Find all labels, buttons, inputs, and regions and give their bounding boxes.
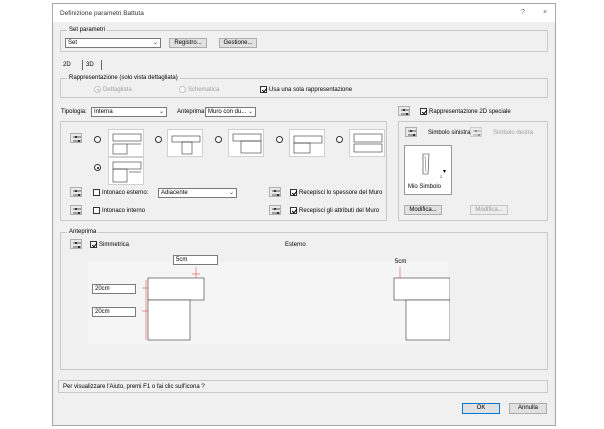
- dim-20cm-value-1: 20cm: [95, 286, 110, 292]
- intonaco-esterno-checkbox[interactable]: [93, 189, 100, 196]
- caret-down-icon[interactable]: ▾: [443, 168, 446, 175]
- schematica-label: Schematica: [188, 87, 220, 93]
- wall-type-radio-4[interactable]: [276, 136, 283, 143]
- annulla-button[interactable]: Annulla: [509, 403, 547, 414]
- tipologia-value: Interna: [94, 109, 113, 115]
- usa-una-checkbox[interactable]: [260, 86, 267, 93]
- recepisci-attributi-label: Recepisci gli attributi del Muro: [299, 208, 380, 214]
- tipologia-select[interactable]: Interna ⌄: [91, 107, 167, 117]
- status-text: Per visualizzare l'Aiuto, premi F1 o fai…: [63, 384, 205, 390]
- radio-dettagliata[interactable]: [94, 86, 101, 93]
- settings-sliders-icon[interactable]: [70, 187, 82, 197]
- anteprima-value: Muro con du...: [208, 109, 247, 115]
- settings-sliders-icon[interactable]: [470, 127, 482, 137]
- modifica-button-right[interactable]: Modifica...: [470, 205, 508, 215]
- settings-sliders-icon[interactable]: [70, 205, 82, 215]
- tab-2d[interactable]: 2D: [63, 61, 71, 69]
- chevron-down-icon: ⌄: [152, 40, 158, 46]
- settings-sliders-icon[interactable]: [269, 187, 281, 197]
- settings-sliders-icon[interactable]: [70, 239, 82, 249]
- dim-20cm-field-1[interactable]: 20cm: [92, 284, 136, 294]
- tipologia-label: Tipologia:: [61, 109, 87, 115]
- title-bar: Definizione parametri Battuta ? ×: [53, 4, 555, 22]
- gestione-button[interactable]: Gestione...: [219, 38, 257, 48]
- wall-type-image-4[interactable]: [289, 129, 325, 157]
- dim-5cm-left-field[interactable]: 5cm: [173, 255, 218, 265]
- wall-type-radio-6[interactable]: [94, 164, 101, 171]
- chevron-down-icon: ⌄: [228, 190, 234, 196]
- mio-simbolo-label: Mio Simbolo: [408, 184, 442, 190]
- wall-type-radio-2[interactable]: [155, 136, 162, 143]
- ok-button[interactable]: OK: [462, 403, 500, 414]
- help-button[interactable]: ?: [517, 8, 529, 18]
- wall-type-image-1[interactable]: [108, 129, 144, 157]
- dim-20cm-field-2[interactable]: 20cm: [92, 307, 136, 317]
- wall-type-radio-1[interactable]: [94, 136, 101, 143]
- settings-sliders-icon[interactable]: [269, 205, 281, 215]
- modifica-button-left[interactable]: Modifica...: [404, 205, 442, 215]
- rappresentazione-label: Rappresentazione (solo vista dettagliata…: [67, 74, 180, 82]
- simbolo-destra-label: Simbolo destra: [493, 130, 534, 136]
- anteprima-select-label: Anteprima:: [177, 109, 207, 115]
- intonaco-esterno-value: Adiacente: [161, 190, 188, 196]
- intonaco-interno-label: Intonaco interno: [102, 208, 146, 214]
- simbolo-sinistra-label: Simbolo sinistra: [428, 130, 471, 136]
- recepisci-spessore-label: Recepisci lo spessore del Muro: [299, 190, 383, 196]
- anteprima-group-label: Anteprima: [67, 228, 99, 236]
- registro-button[interactable]: Registro...: [169, 38, 207, 48]
- tab-separator: [101, 60, 102, 70]
- anteprima-select[interactable]: Muro con du... ⌄: [205, 107, 256, 117]
- dim-5cm-left-value: 5cm: [176, 257, 188, 263]
- radio-schematica[interactable]: [179, 86, 186, 93]
- chevron-down-icon: ⌄: [158, 109, 164, 115]
- tab-separator: [82, 60, 83, 70]
- wall-type-image-6[interactable]: [108, 157, 144, 185]
- wall-type-image-2[interactable]: [167, 129, 203, 157]
- intonaco-esterno-label: Intonaco esterno:: [102, 190, 149, 196]
- set-params-select[interactable]: Set ⌄: [65, 38, 161, 48]
- recepisci-spessore-checkbox[interactable]: [290, 189, 297, 196]
- settings-sliders-icon[interactable]: [70, 133, 82, 143]
- settings-sliders-icon[interactable]: [398, 106, 410, 116]
- recepisci-attributi-checkbox[interactable]: [290, 207, 297, 214]
- usa-una-label: Usa una sola rappresentazione: [269, 87, 353, 93]
- dettagliata-label: Dettagliata: [103, 87, 132, 93]
- rapp-2d-speciale-label: Rappresentazione 2D speciale: [429, 109, 511, 115]
- esterno-label: Esterno: [285, 242, 306, 248]
- status-bar: Per visualizzare l'Aiuto, premi F1 o fai…: [58, 380, 548, 393]
- close-button[interactable]: ×: [539, 8, 551, 18]
- tab-3d[interactable]: 3D: [86, 61, 94, 69]
- wall-type-radio-3[interactable]: [215, 136, 222, 143]
- wall-type-image-3[interactable]: [228, 129, 264, 157]
- dim-20cm-value-2: 20cm: [95, 309, 110, 315]
- intonaco-interno-checkbox[interactable]: [93, 207, 100, 214]
- simmetrica-label: Simmetrica: [99, 242, 130, 248]
- simmetrica-checkbox[interactable]: [90, 241, 97, 248]
- rapp-2d-speciale-checkbox[interactable]: [420, 108, 427, 115]
- settings-sliders-icon[interactable]: [405, 127, 417, 137]
- chevron-down-icon: ⌄: [247, 109, 253, 115]
- set-params-label: Set parametri: [67, 26, 108, 34]
- intonaco-esterno-select[interactable]: Adiacente ⌄: [158, 188, 237, 198]
- window-title: Definizione parametri Battuta: [60, 10, 144, 17]
- wall-type-radio-5[interactable]: [336, 136, 343, 143]
- dim-5cm-right-value: 5cm: [395, 259, 407, 265]
- wall-type-image-5[interactable]: [349, 129, 385, 157]
- set-params-value: Set: [68, 40, 78, 46]
